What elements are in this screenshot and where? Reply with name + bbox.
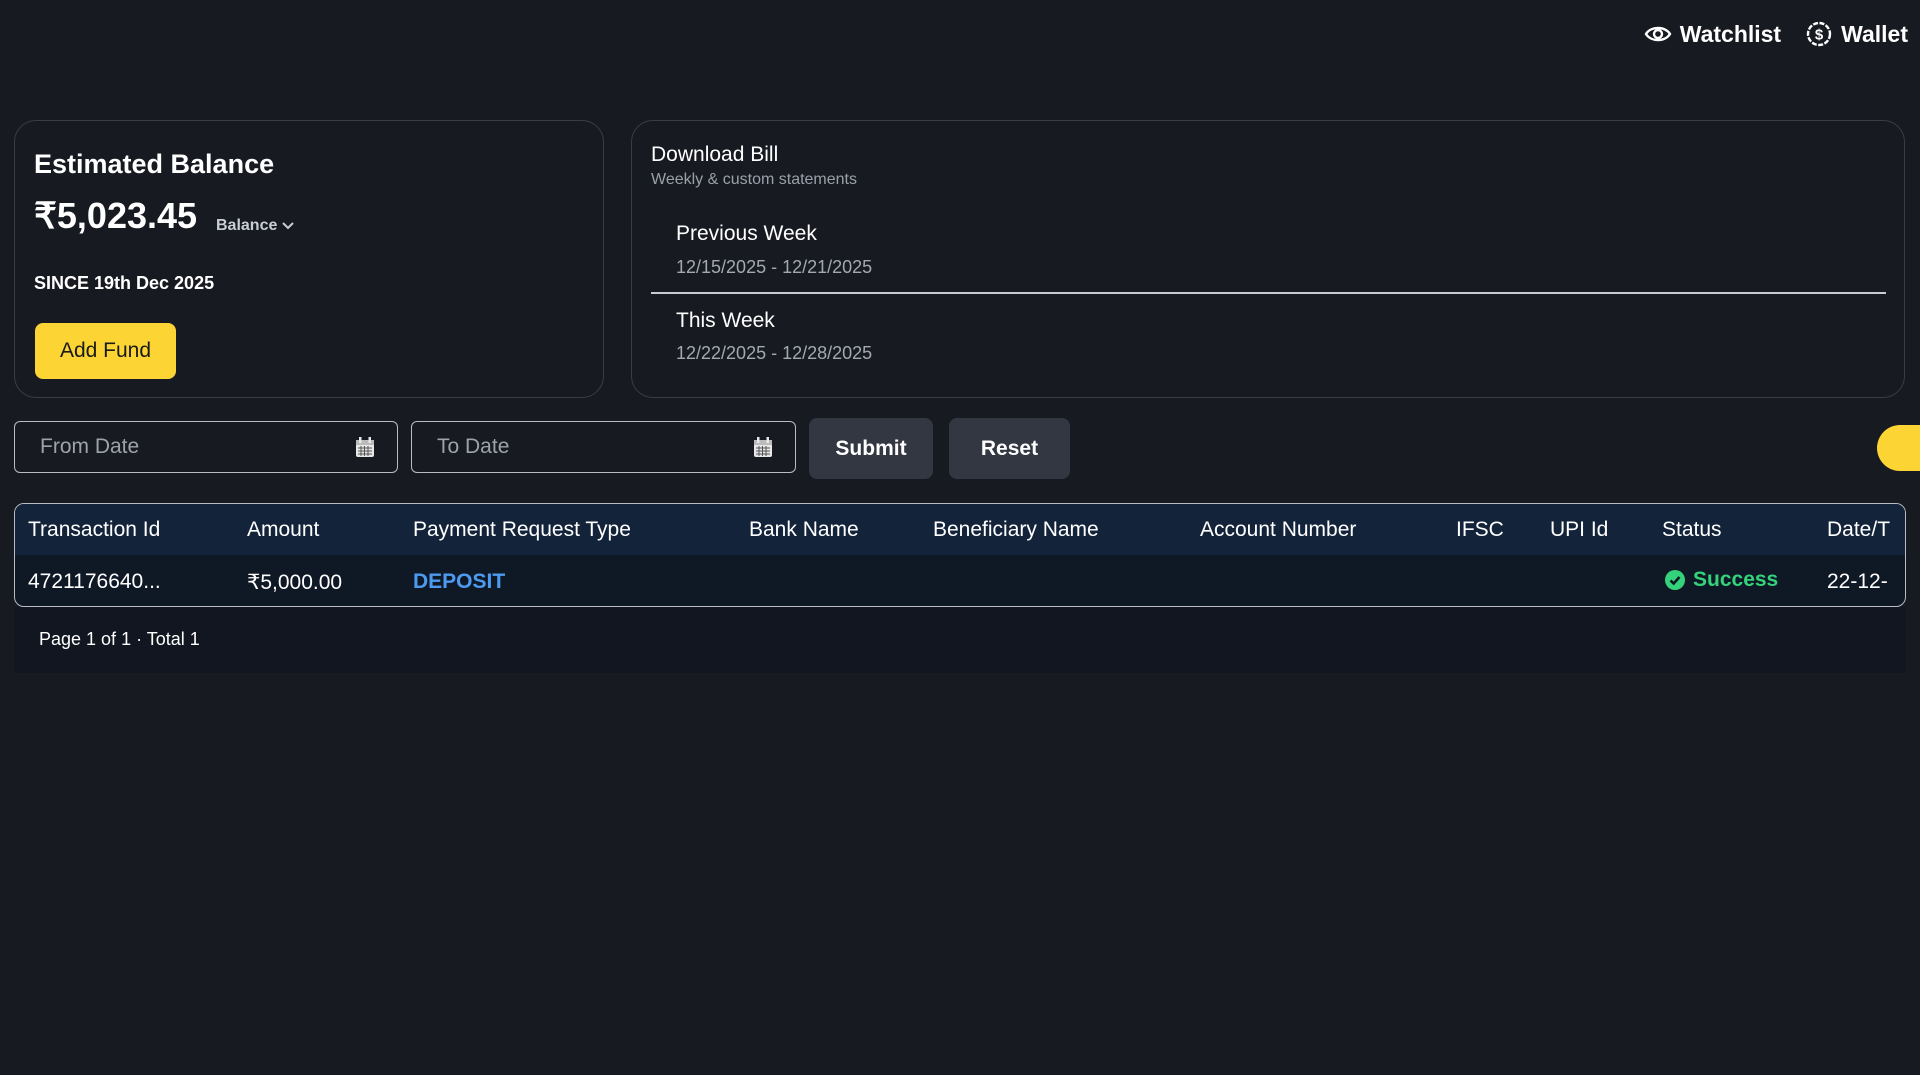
add-fund-button[interactable]: Add Fund xyxy=(35,323,176,379)
svg-text:$: $ xyxy=(1815,27,1824,44)
download-bill-subtitle: Weekly & custom statements xyxy=(651,171,857,188)
top-nav: Watchlist $ Wallet xyxy=(1644,20,1908,48)
this-week-option[interactable]: This Week 12/22/2025 - 12/28/2025 xyxy=(651,297,1886,377)
column-header: Bank Name xyxy=(749,518,859,541)
download-bill-title: Download Bill xyxy=(651,143,779,166)
column-header: UPI Id xyxy=(1550,518,1609,541)
watchlist-link[interactable]: Watchlist xyxy=(1644,21,1781,48)
divider xyxy=(651,292,1886,294)
watchlist-label: Watchlist xyxy=(1679,20,1782,47)
column-header: Beneficiary Name xyxy=(933,518,1099,541)
since-date: SINCE 19th Dec 2025 xyxy=(34,273,215,293)
column-header: Payment Request Type xyxy=(413,518,631,541)
from-date-input[interactable]: From Date xyxy=(14,421,398,473)
calendar-icon[interactable] xyxy=(355,436,375,458)
column-header: Amount xyxy=(247,518,320,541)
transactions-table: Transaction Id Amount Payment Request Ty… xyxy=(14,503,1906,607)
from-date-placeholder: From Date xyxy=(40,435,140,458)
check-circle-icon xyxy=(1665,570,1685,590)
balance-dropdown[interactable]: Balance xyxy=(216,217,295,235)
status-label: Success xyxy=(1693,568,1779,591)
balance-dropdown-label: Balance xyxy=(216,217,278,234)
chevron-down-icon xyxy=(282,222,295,230)
calendar-icon[interactable] xyxy=(753,436,773,458)
previous-week-option[interactable]: Previous Week 12/15/2025 - 12/21/2025 xyxy=(651,211,1886,291)
week-label: Previous Week xyxy=(676,222,817,245)
download-bill-card: Download Bill Weekly & custom statements… xyxy=(631,120,1905,398)
table-header: Transaction Id Amount Payment Request Ty… xyxy=(15,504,1905,555)
column-header: Status xyxy=(1662,518,1722,541)
week-label: This Week xyxy=(676,309,775,332)
column-header: Transaction Id xyxy=(28,518,161,541)
column-header: Date/T xyxy=(1827,518,1891,541)
eye-icon xyxy=(1644,26,1672,42)
column-header: IFSC xyxy=(1456,518,1504,541)
to-date-placeholder: To Date xyxy=(437,435,510,458)
pagination-footer: Page 1 of 1 · Total 1 xyxy=(14,607,1906,673)
amount: ₹5,000.00 xyxy=(247,571,343,594)
column-header: Account Number xyxy=(1200,518,1357,541)
payment-request-type: DEPOSIT xyxy=(413,570,506,593)
wallet-link[interactable]: $ Wallet xyxy=(1805,20,1908,48)
balance-title: Estimated Balance xyxy=(34,149,275,179)
week-range: 12/22/2025 - 12/28/2025 xyxy=(676,343,873,363)
estimated-balance-card: Estimated Balance ₹5,023.45 Balance SINC… xyxy=(14,120,604,398)
yellow-action-button[interactable] xyxy=(1877,425,1920,471)
pagination-text: Page 1 of 1 · Total 1 xyxy=(39,629,200,649)
week-range: 12/15/2025 - 12/21/2025 xyxy=(676,257,873,277)
submit-button[interactable]: Submit xyxy=(809,418,933,479)
wallet-label: Wallet xyxy=(1841,20,1908,47)
reset-button[interactable]: Reset xyxy=(949,418,1070,479)
balance-amount: ₹5,023.45 xyxy=(34,195,198,236)
to-date-input[interactable]: To Date xyxy=(411,421,796,473)
date-time: 22-12- xyxy=(1827,570,1888,593)
transaction-id: 4721176640... xyxy=(28,570,161,593)
dollar-badge-icon: $ xyxy=(1806,21,1832,47)
status-badge: Success xyxy=(1665,568,1778,592)
